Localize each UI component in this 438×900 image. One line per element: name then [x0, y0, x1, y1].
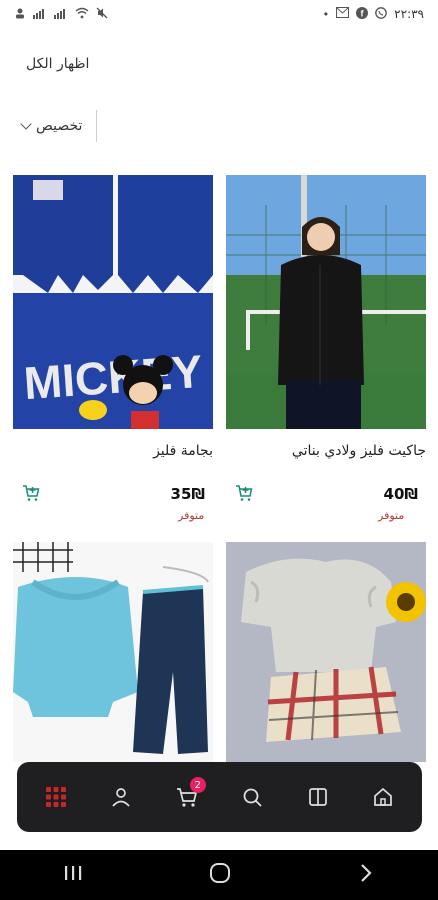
dot-icon: • — [322, 7, 330, 21]
signal-icon-1 — [33, 7, 47, 22]
filter-row: تخصيص — [20, 110, 98, 142]
book-icon — [308, 788, 327, 806]
product-price: 35₪ — [170, 485, 205, 503]
product-image-mickey-pajama[interactable]: MICKEY — [13, 175, 213, 429]
whatsapp-icon — [375, 6, 388, 22]
status-left — [14, 7, 108, 22]
product-image-ruffle-top-plaid-skirt[interactable] — [226, 542, 426, 762]
back-system-button[interactable] — [356, 862, 376, 888]
product-card[interactable]: جاكيت فليز ولادي بناتي 40₪ متوفر — [226, 175, 426, 522]
product-card[interactable] — [13, 542, 213, 762]
nav-profile[interactable] — [101, 777, 141, 817]
product-image-girl-jacket[interactable] — [226, 175, 426, 429]
nav-catalog[interactable] — [298, 777, 338, 817]
system-navigation-bar — [0, 850, 438, 900]
customize-filter-button[interactable]: تخصيص — [20, 110, 98, 142]
product-card[interactable]: MICKEY بجامة فليز 35₪ متوفر — [13, 175, 213, 522]
add-to-cart-icon[interactable] — [21, 483, 43, 505]
add-to-cart-icon[interactable] — [234, 483, 256, 505]
product-card[interactable] — [226, 542, 426, 762]
home-system-button[interactable] — [208, 861, 232, 889]
profile-status-icon — [14, 7, 26, 22]
bottom-navigation: 2 — [17, 762, 422, 832]
chevron-right-icon — [361, 864, 372, 882]
product-image-blue-sweater-set[interactable] — [13, 542, 213, 762]
price-row: 35₪ — [13, 483, 213, 505]
facebook-icon: f — [356, 6, 369, 22]
search-icon — [243, 788, 262, 807]
mail-icon — [336, 7, 350, 21]
home-icon — [374, 787, 393, 806]
stock-status: متوفر — [178, 509, 205, 522]
product-title[interactable]: جاكيت فليز ولادي بناتي — [226, 443, 426, 459]
grid-icon — [45, 787, 66, 807]
wifi-icon — [75, 7, 89, 22]
nav-cart[interactable]: 2 — [167, 777, 207, 817]
recent-apps-icon — [65, 866, 82, 880]
nav-search[interactable] — [232, 777, 272, 817]
status-time: ٢٢:٣٩ — [394, 7, 424, 21]
stock-status: متوفر — [378, 509, 405, 522]
product-title[interactable]: بجامة فليز — [13, 443, 213, 459]
cart-count-badge: 2 — [189, 777, 206, 793]
chevron-down-icon — [20, 118, 32, 130]
mute-icon — [96, 7, 108, 22]
customize-filter-label: تخصيص — [36, 118, 83, 134]
price-row: 40₪ — [226, 483, 426, 505]
status-right: • f ٢٢:٣٩ — [322, 6, 424, 22]
status-bar: • f ٢٢:٣٩ — [0, 0, 438, 28]
home-circle-icon — [210, 863, 230, 883]
show-all-link[interactable]: اظهار الكل — [26, 56, 89, 72]
product-price: 40₪ — [383, 485, 418, 503]
nav-categories[interactable] — [36, 777, 76, 817]
nav-home[interactable] — [363, 777, 403, 817]
signal-icon-2 — [54, 7, 68, 22]
user-icon — [112, 788, 130, 807]
recent-apps-button[interactable] — [62, 863, 84, 887]
